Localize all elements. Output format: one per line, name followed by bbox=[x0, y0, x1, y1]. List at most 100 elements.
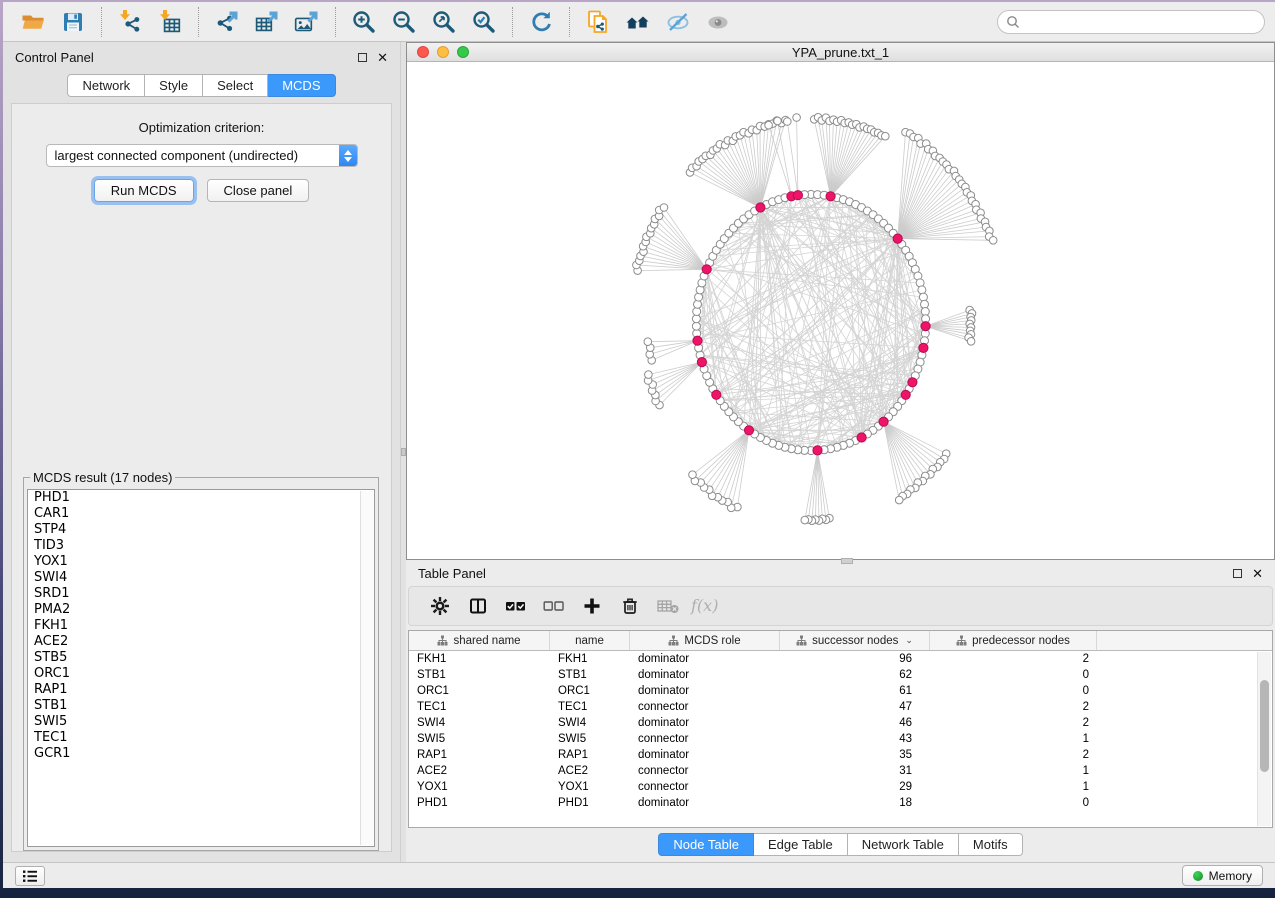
task-history-button[interactable] bbox=[15, 866, 45, 886]
mcds-result-item[interactable]: RAP1 bbox=[28, 682, 374, 698]
table-row[interactable]: SWI5SWI5connector431 bbox=[409, 731, 1272, 747]
zoom-in-button[interactable] bbox=[344, 5, 384, 39]
mcds-result-item[interactable]: STB1 bbox=[28, 698, 374, 714]
float-table-panel-icon[interactable] bbox=[1233, 569, 1242, 578]
table-row[interactable]: RAP1RAP1dominator352 bbox=[409, 747, 1272, 763]
table-row[interactable]: SWI4SWI4dominator462 bbox=[409, 715, 1272, 731]
zoom-out-button[interactable] bbox=[384, 5, 424, 39]
network-canvas[interactable] bbox=[407, 62, 1274, 559]
zoom-fit-button[interactable] bbox=[424, 5, 464, 39]
table-scrollbar-thumb[interactable] bbox=[1260, 680, 1269, 772]
close-panel-button[interactable]: Close panel bbox=[207, 179, 310, 202]
mcds-result-item[interactable]: ORC1 bbox=[28, 666, 374, 682]
mcds-result-title: MCDS result (17 nodes) bbox=[30, 470, 175, 485]
close-table-panel-icon[interactable]: ✕ bbox=[1252, 567, 1263, 580]
apply-layout-button[interactable] bbox=[521, 5, 561, 39]
cell-shared-name: YOX1 bbox=[409, 781, 550, 793]
mcds-result-item[interactable]: GCR1 bbox=[28, 746, 374, 762]
export-table-button[interactable] bbox=[247, 5, 287, 39]
cell-shared-name: TEC1 bbox=[409, 701, 550, 713]
column-header-predecessor-nodes[interactable]: predecessor nodes bbox=[930, 631, 1097, 650]
hide-selected-button[interactable] bbox=[658, 5, 698, 39]
cell-name: YOX1 bbox=[550, 781, 630, 793]
column-header-name[interactable]: name bbox=[550, 631, 630, 650]
cell-successor-nodes: 62 bbox=[780, 669, 930, 681]
import-network-button[interactable] bbox=[110, 5, 150, 39]
column-header-successor-nodes[interactable]: successor nodes⌄ bbox=[780, 631, 930, 650]
table-row[interactable]: TEC1TEC1connector472 bbox=[409, 699, 1272, 715]
tab-edge-table[interactable]: Edge Table bbox=[754, 833, 848, 856]
table-row[interactable]: ACE2ACE2connector311 bbox=[409, 763, 1272, 779]
mcds-result-item[interactable]: TEC1 bbox=[28, 730, 374, 746]
open-session-button[interactable] bbox=[13, 5, 53, 39]
search-input[interactable] bbox=[1025, 15, 1256, 29]
clear-all-checks-button[interactable] bbox=[535, 590, 573, 622]
tab-node-table[interactable]: Node Table bbox=[658, 833, 754, 856]
mcds-list-scrollbar[interactable] bbox=[360, 491, 373, 845]
horizontal-splitter-handle[interactable] bbox=[841, 558, 853, 564]
cell-predecessor-nodes: 2 bbox=[930, 717, 1097, 729]
tab-motifs[interactable]: Motifs bbox=[959, 833, 1023, 856]
toggle-columns-button[interactable] bbox=[459, 590, 497, 622]
export-network-button[interactable] bbox=[207, 5, 247, 39]
column-header-MCDS-role[interactable]: MCDS role bbox=[630, 631, 780, 650]
mcds-result-item[interactable]: ACE2 bbox=[28, 634, 374, 650]
column-header-shared-name[interactable]: shared name bbox=[409, 631, 550, 650]
select-all-checks-button[interactable] bbox=[497, 590, 535, 622]
table-scrollbar[interactable] bbox=[1257, 652, 1271, 826]
tab-style[interactable]: Style bbox=[145, 74, 203, 97]
mcds-result-item[interactable]: PMA2 bbox=[28, 602, 374, 618]
cell-name: FKH1 bbox=[550, 653, 630, 665]
export-image-button[interactable] bbox=[287, 5, 327, 39]
cell-name: SWI4 bbox=[550, 717, 630, 729]
cell-MCDS-role: connector bbox=[630, 733, 780, 745]
table-rows: FKH1FKH1dominator962STB1STB1dominator620… bbox=[409, 651, 1272, 827]
tab-mcds[interactable]: MCDS bbox=[268, 74, 335, 97]
table-row[interactable]: ORC1ORC1dominator610 bbox=[409, 683, 1272, 699]
memory-label: Memory bbox=[1209, 869, 1252, 883]
delete-column-button[interactable] bbox=[611, 590, 649, 622]
mcds-result-item[interactable]: CAR1 bbox=[28, 506, 374, 522]
table-tabs: Node TableEdge TableNetwork TableMotifs bbox=[408, 833, 1273, 856]
mcds-result-item[interactable]: SWI4 bbox=[28, 570, 374, 586]
table-row[interactable]: YOX1YOX1connector291 bbox=[409, 779, 1272, 795]
uncheck-pair-icon bbox=[543, 596, 565, 616]
table-x-icon bbox=[656, 596, 680, 616]
first-neighbors-button[interactable] bbox=[618, 5, 658, 39]
cell-predecessor-nodes: 2 bbox=[930, 701, 1097, 713]
list-icon bbox=[22, 869, 38, 883]
zoom-fit-icon bbox=[431, 9, 457, 35]
tab-network[interactable]: Network bbox=[67, 74, 145, 97]
run-mcds-button[interactable]: Run MCDS bbox=[94, 179, 194, 202]
mcds-result-item[interactable]: PHD1 bbox=[28, 490, 374, 506]
zoom-selected-button[interactable] bbox=[464, 5, 504, 39]
show-all-button[interactable] bbox=[698, 5, 738, 39]
tab-network-table[interactable]: Network Table bbox=[848, 833, 959, 856]
mcds-result-item[interactable]: YOX1 bbox=[28, 554, 374, 570]
optimization-criterion-select[interactable]: largest connected component (undirected) bbox=[46, 144, 358, 167]
mcds-result-item[interactable]: SRD1 bbox=[28, 586, 374, 602]
function-builder-button: f(x) bbox=[687, 590, 725, 622]
mcds-result-item[interactable]: SWI5 bbox=[28, 714, 374, 730]
add-column-button[interactable] bbox=[573, 590, 611, 622]
tab-select[interactable]: Select bbox=[203, 74, 268, 97]
mcds-result-item[interactable]: TID3 bbox=[28, 538, 374, 554]
table-row[interactable]: FKH1FKH1dominator962 bbox=[409, 651, 1272, 667]
table-settings-button[interactable] bbox=[421, 590, 459, 622]
float-panel-icon[interactable] bbox=[358, 53, 367, 62]
cell-successor-nodes: 43 bbox=[780, 733, 930, 745]
new-network-from-selection-button[interactable] bbox=[578, 5, 618, 39]
import-table-button[interactable] bbox=[150, 5, 190, 39]
select-stepper-icon bbox=[339, 145, 357, 166]
table-row[interactable]: STB1STB1dominator620 bbox=[409, 667, 1272, 683]
table-row[interactable]: PHD1PHD1dominator180 bbox=[409, 795, 1272, 811]
save-session-button[interactable] bbox=[53, 5, 93, 39]
mcds-result-item[interactable]: STB5 bbox=[28, 650, 374, 666]
mcds-result-item[interactable]: STP4 bbox=[28, 522, 374, 538]
memory-button[interactable]: Memory bbox=[1182, 865, 1263, 886]
search-box[interactable] bbox=[997, 10, 1265, 34]
close-panel-icon[interactable]: ✕ bbox=[377, 51, 388, 64]
mcds-result-list: PHD1CAR1STP4TID3YOX1SWI4SRD1PMA2FKH1ACE2… bbox=[27, 489, 375, 847]
main-area: Control Panel ✕ NetworkStyleSelectMCDS O… bbox=[3, 42, 1275, 862]
mcds-result-item[interactable]: FKH1 bbox=[28, 618, 374, 634]
